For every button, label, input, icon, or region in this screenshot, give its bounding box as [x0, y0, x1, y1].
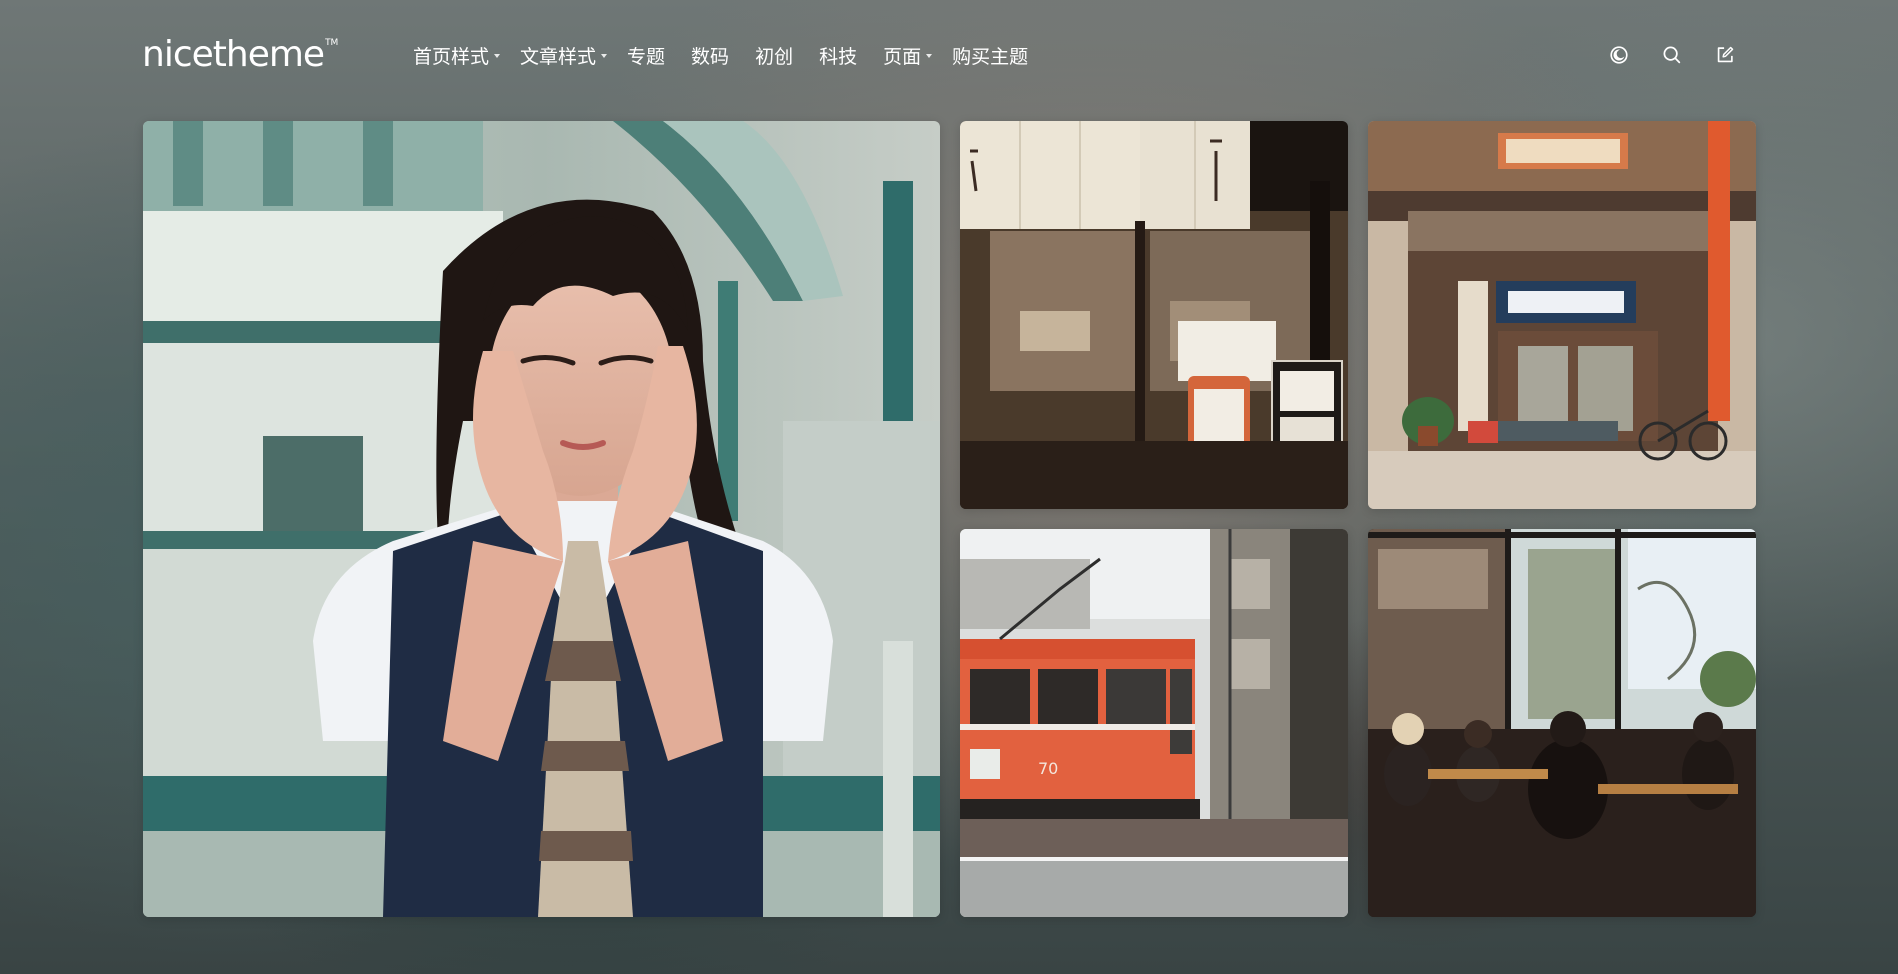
nav-item-label: 专题: [627, 45, 666, 68]
write-icon: [1717, 46, 1734, 63]
nav-item-label: 页面: [883, 45, 922, 68]
nav-item-label: 购买主题: [952, 45, 1029, 68]
nav-item-buy-theme[interactable]: 购买主题: [952, 42, 1028, 69]
featured-post-4[interactable]: 70: [960, 529, 1348, 917]
site-header: nicetheme TM 首页样式 文章样式 专题 数码 初创 科技 页面 购买…: [0, 0, 1898, 110]
nav-item-startup[interactable]: 初创: [755, 42, 793, 69]
featured-post-3[interactable]: [1368, 121, 1756, 509]
theme-toggle-icon: [1610, 46, 1628, 64]
nav-item-label: 初创: [755, 45, 794, 68]
photo-cafe-interior: [1368, 529, 1756, 917]
nav-item-digital[interactable]: 数码: [691, 42, 729, 69]
chevron-down-icon: [494, 53, 501, 58]
header-tools: [1579, 42, 1738, 68]
chevron-down-icon: [926, 53, 933, 58]
featured-post-5[interactable]: [1368, 529, 1756, 917]
nav-item-article-styles[interactable]: 文章样式: [520, 42, 608, 69]
photo-shop-facade: [1368, 121, 1756, 509]
search-button[interactable]: [1659, 42, 1685, 68]
nav-item-topics[interactable]: 专题: [627, 42, 665, 69]
photo-restaurant-noren: [960, 121, 1348, 509]
write-button[interactable]: [1712, 42, 1738, 68]
nav-item-pages[interactable]: 页面: [883, 42, 933, 69]
photo-girl-school-uniform: [143, 121, 940, 917]
nav-item-home-styles[interactable]: 首页样式: [413, 42, 501, 69]
svg-text:70: 70: [1038, 759, 1058, 778]
nav-item-label: 首页样式: [413, 45, 490, 68]
logo-text: nicetheme: [142, 34, 325, 75]
nav-item-label: 文章样式: [520, 45, 597, 68]
main-nav: 首页样式 文章样式 专题 数码 初创 科技 页面 购买主题: [413, 40, 1054, 70]
nav-item-label: 数码: [691, 45, 730, 68]
nav-item-tech[interactable]: 科技: [819, 42, 857, 69]
nav-item-label: 科技: [819, 45, 858, 68]
featured-post-main[interactable]: [143, 121, 940, 917]
chevron-down-icon: [601, 53, 608, 58]
search-icon: [1663, 46, 1681, 64]
photo-orange-tram: 70: [960, 529, 1348, 917]
theme-toggle-button[interactable]: [1606, 42, 1632, 68]
site-logo[interactable]: nicetheme TM: [142, 34, 339, 75]
logo-trademark: TM: [325, 38, 339, 48]
featured-post-2[interactable]: [960, 121, 1348, 509]
